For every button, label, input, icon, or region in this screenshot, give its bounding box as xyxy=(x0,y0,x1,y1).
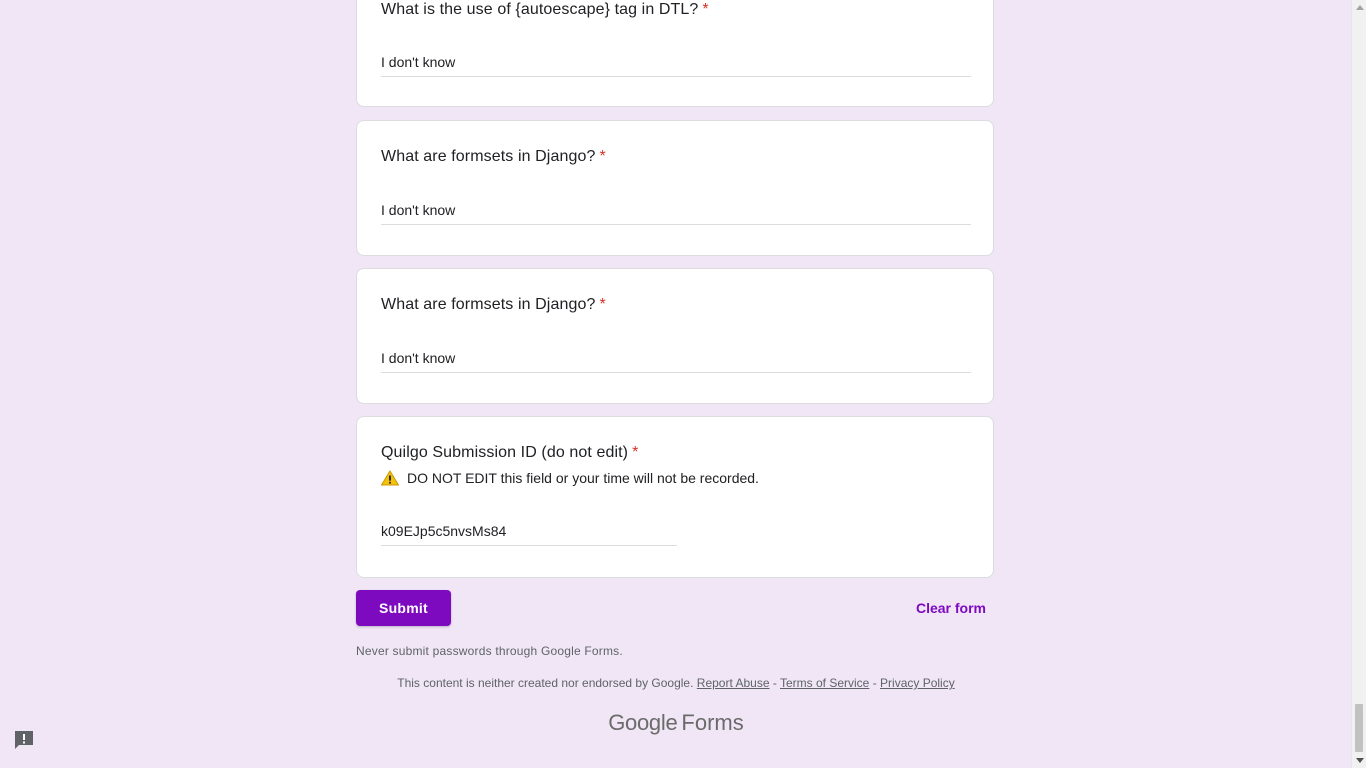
google-forms-logo[interactable]: Google Forms xyxy=(356,710,996,736)
required-asterisk: * xyxy=(599,148,606,165)
footer-disclaimer: This content is neither created nor endo… xyxy=(356,676,996,690)
report-abuse-link[interactable]: Report Abuse xyxy=(697,676,770,690)
answer-input[interactable]: I don't know xyxy=(381,350,455,366)
question-title: Quilgo Submission ID (do not edit) * xyxy=(381,444,638,462)
submit-button[interactable]: Submit xyxy=(356,590,451,626)
description-text: DO NOT EDIT this field or your time will… xyxy=(407,470,759,486)
answer-underline xyxy=(381,76,971,77)
required-asterisk: * xyxy=(632,444,639,461)
question-title-text: What are formsets in Django? xyxy=(381,296,596,313)
scrollbar-thumb[interactable] xyxy=(1355,704,1363,752)
brand-google: Google xyxy=(608,710,678,735)
form-page: What is the use of {autoescape} tag in D… xyxy=(0,0,1351,768)
scroll-down-arrow-icon[interactable] xyxy=(1352,753,1366,768)
question-card-2: What are formsets in Django? * I don't kn… xyxy=(356,120,994,256)
required-asterisk: * xyxy=(599,296,606,313)
answer-input[interactable]: I don't know xyxy=(381,202,455,218)
scroll-up-arrow-icon[interactable] xyxy=(1352,0,1366,15)
question-description: DO NOT EDIT this field or your time will… xyxy=(381,470,759,486)
question-card-1: What is the use of {autoescape} tag in D… xyxy=(356,0,994,107)
answer-input[interactable]: I don't know xyxy=(381,54,455,70)
question-title-text: What are formsets in Django? xyxy=(381,148,596,165)
required-asterisk: * xyxy=(702,1,709,18)
question-title: What are formsets in Django? * xyxy=(381,296,606,314)
clear-form-button[interactable]: Clear form xyxy=(906,590,996,626)
submission-id-input[interactable]: k09EJp5c5nvsMs84 xyxy=(381,523,506,539)
answer-underline xyxy=(381,224,971,225)
separator: - xyxy=(772,676,777,690)
question-card-3: What are formsets in Django? * I don't kn… xyxy=(356,268,994,404)
privacy-policy-link[interactable]: Privacy Policy xyxy=(880,676,955,690)
question-card-submission-id: Quilgo Submission ID (do not edit) * DO N… xyxy=(356,416,994,578)
disclaimer-text: This content is neither created nor endo… xyxy=(397,676,694,690)
page-scrollbar[interactable] xyxy=(1351,0,1366,768)
password-notice: Never submit passwords through Google Fo… xyxy=(356,644,623,658)
question-title: What are formsets in Django? * xyxy=(381,148,606,166)
question-title-text: What is the use of {autoescape} tag in D… xyxy=(381,1,699,18)
report-problem-icon[interactable] xyxy=(12,728,36,752)
answer-underline xyxy=(381,545,677,546)
question-title-text: Quilgo Submission ID (do not edit) xyxy=(381,444,629,461)
question-title: What is the use of {autoescape} tag in D… xyxy=(381,1,709,19)
warning-icon xyxy=(381,470,399,486)
answer-underline xyxy=(381,372,971,373)
brand-forms: Forms xyxy=(681,710,744,735)
separator: - xyxy=(872,676,877,690)
terms-of-service-link[interactable]: Terms of Service xyxy=(780,676,869,690)
